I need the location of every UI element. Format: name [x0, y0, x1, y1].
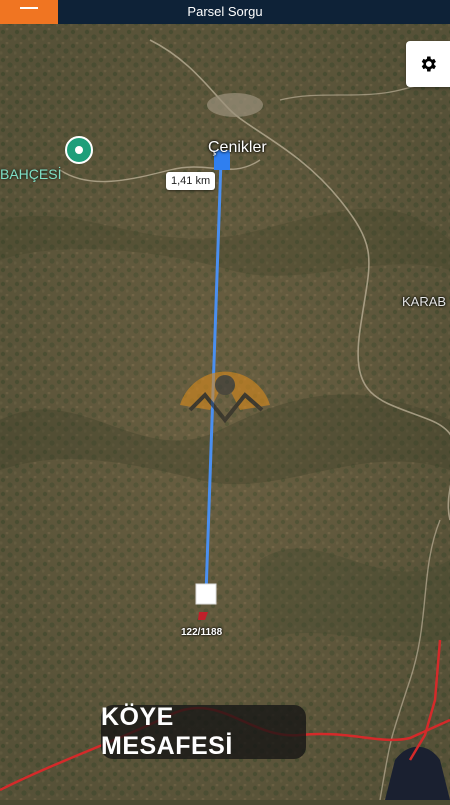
distance-label: 1,41 km: [166, 172, 216, 190]
place-label-village: Çenikler: [208, 139, 267, 156]
satellite-map[interactable]: Çenikler BAHÇESİ KARAB 1,41 km 122/1188 …: [0, 24, 450, 801]
parcel-label: 122/1188: [181, 627, 223, 638]
gear-icon: [421, 56, 436, 72]
measure-end-marker[interactable]: [195, 583, 217, 605]
top-bar: Parsel Sorgu: [0, 0, 450, 24]
settings-button[interactable]: [406, 41, 450, 87]
place-label-poi: BAHÇESİ: [0, 166, 62, 182]
place-label-east: KARAB: [402, 294, 447, 309]
app-title: Parsel Sorgu: [187, 4, 263, 19]
caption-banner: KÖYE MESAFESİ: [101, 703, 306, 760]
